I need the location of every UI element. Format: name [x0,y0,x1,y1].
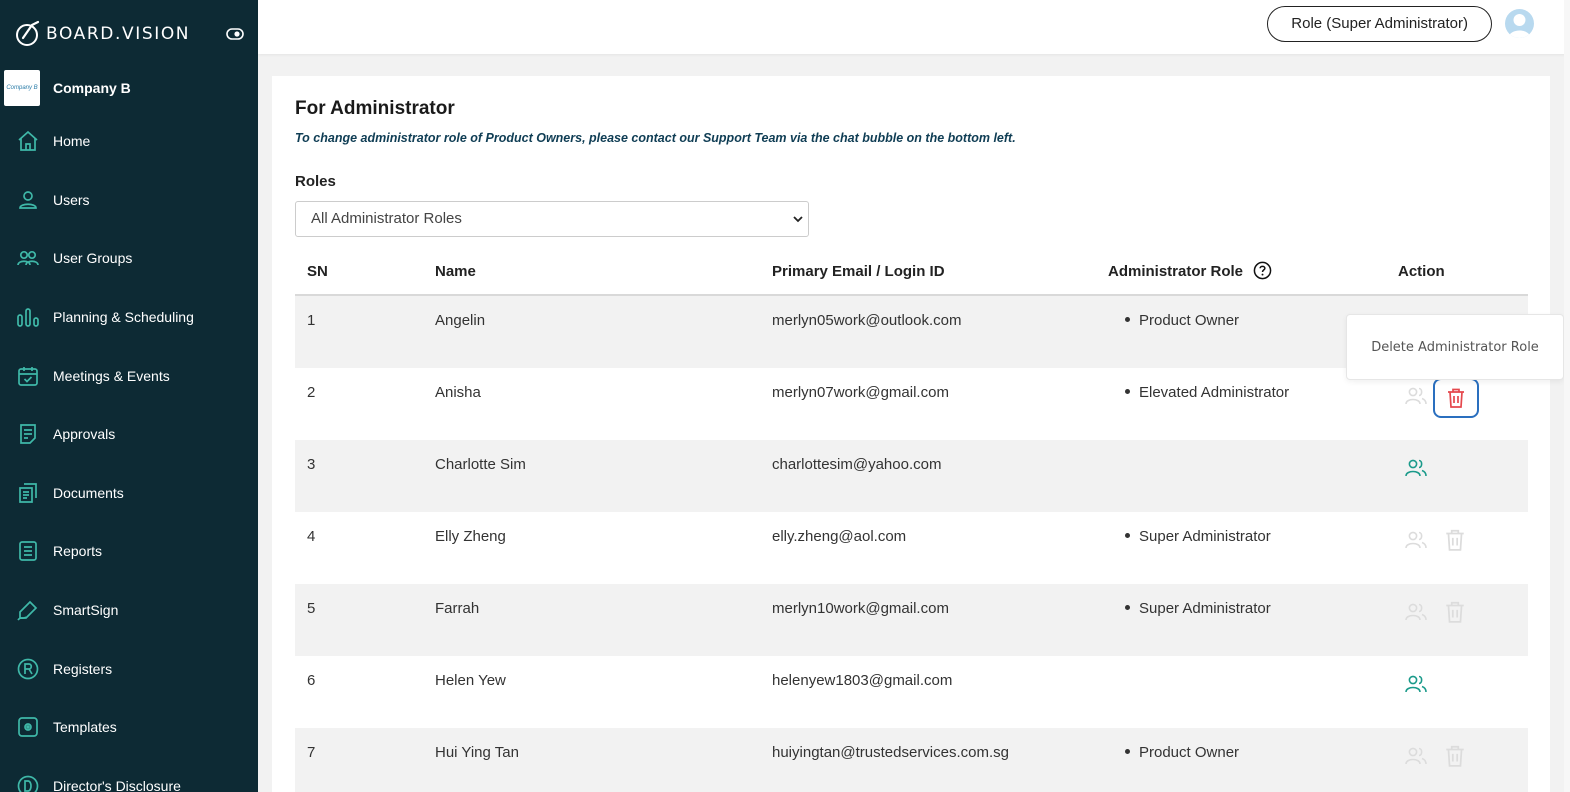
users-icon [16,246,40,270]
sidebar-item-templates[interactable]: Templates [0,698,258,757]
role-list: Super Administrator [1125,600,1271,617]
table-row: 5 Farrah merlyn10work@gmail.com Super Ad… [295,584,1528,656]
sidebar: BOARD.VISION Company B Company B Home Us… [0,0,258,792]
page-scrollbar[interactable] [1564,0,1570,792]
table-row: 4 Elly Zheng elly.zheng@aol.com Super Ad… [295,512,1528,584]
role-list: Product Owner [1125,312,1239,329]
support-notice: To change administrator role of Product … [295,131,1016,145]
roles-select[interactable]: All Administrator Roles [295,201,809,237]
bar-chart-icon [16,305,40,329]
pen-icon [16,598,40,622]
table-header: SN Name Primary Email / Login ID Adminis… [295,256,1528,296]
calendar-check-icon [16,364,40,388]
document-list-icon [16,422,40,446]
header-action: Action [1398,263,1445,280]
delete-role-button[interactable] [1433,378,1479,418]
brand-logo-icon [16,20,40,46]
header-email: Primary Email / Login ID [772,263,945,280]
delete-role-tooltip: Delete Administrator Role [1346,314,1564,380]
chevron-down-icon [793,216,803,223]
trash-icon[interactable] [1443,600,1467,624]
sidebar-item-meetings[interactable]: Meetings & Events [0,346,258,405]
header-role: Administrator Role [1108,261,1272,280]
top-bar: Role (Super Administrator) [258,0,1570,54]
admin-table: SN Name Primary Email / Login ID Adminis… [295,256,1528,792]
avatar-icon [1508,14,1531,38]
assign-role-users-icon[interactable] [1404,384,1428,408]
sidebar-item-smartsign[interactable]: SmartSign [0,581,258,640]
help-icon[interactable] [1253,261,1272,280]
trash-icon[interactable] [1443,528,1467,552]
template-icon [16,715,40,739]
header-name: Name [435,263,476,280]
table-row: 2 Anisha merlyn07work@gmail.com Elevated… [295,368,1528,440]
header-sn: SN [307,263,328,280]
company-logo: Company B [4,70,40,106]
role-list: Product Owner [1125,744,1239,761]
table-row: 6 Helen Yew helenyew1803@gmail.com [295,656,1528,728]
assign-role-users-icon[interactable] [1404,528,1428,552]
company-name: Company B [53,80,131,96]
company-switcher[interactable]: Company B Company B [0,68,258,108]
sidebar-item-planning[interactable]: Planning & Scheduling [0,288,258,347]
brand-name: BOARD.VISION [46,24,191,44]
avatar[interactable] [1505,9,1534,38]
trash-icon [1448,388,1464,408]
table-row: 3 Charlotte Sim charlottesim@yahoo.com [295,440,1528,512]
sidebar-nav: Home Users User Groups Planning & Schedu… [0,112,258,792]
sidebar-item-approvals[interactable]: Approvals [0,405,258,464]
role-switcher-button[interactable]: Role (Super Administrator) [1267,6,1492,42]
main-panel: For Administrator To change administrato… [272,76,1550,792]
sidebar-item-home[interactable]: Home [0,112,258,171]
assign-role-users-icon[interactable] [1404,672,1428,696]
sidebar-item-reports[interactable]: Reports [0,522,258,581]
disclosure-icon [16,774,40,792]
trash-icon[interactable] [1443,744,1467,768]
assign-role-users-icon[interactable] [1404,456,1428,480]
sidebar-item-registers[interactable]: Registers [0,639,258,698]
page-title: For Administrator [295,98,455,119]
roles-select-value: All Administrator Roles [311,210,462,227]
table-row: 1 Angelin merlyn05work@outlook.com Produ… [295,296,1528,368]
role-list: Elevated Administrator [1125,384,1289,401]
sidebar-item-user-groups[interactable]: User Groups [0,229,258,288]
report-icon [16,539,40,563]
user-icon [16,188,40,212]
home-icon [16,129,40,153]
table-row: 7 Hui Ying Tan huiyingtan@trustedservice… [295,728,1528,792]
brand[interactable]: BOARD.VISION [0,0,258,68]
documents-icon [16,481,40,505]
sidebar-item-directors-disclosure[interactable]: Director's Disclosure [0,757,258,792]
role-list: Super Administrator [1125,528,1271,545]
sidebar-toggle-icon[interactable] [226,28,244,40]
roles-label: Roles [295,173,336,190]
registered-icon [16,657,40,681]
assign-role-users-icon[interactable] [1404,600,1428,624]
sidebar-item-documents[interactable]: Documents [0,464,258,523]
sidebar-item-users[interactable]: Users [0,171,258,230]
assign-role-users-icon[interactable] [1404,744,1428,768]
